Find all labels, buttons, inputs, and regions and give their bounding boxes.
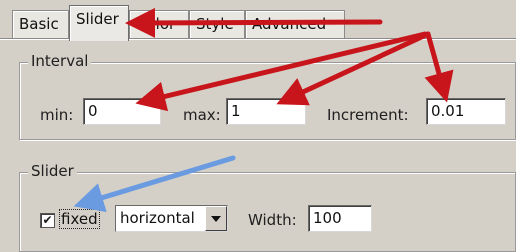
tab-advanced[interactable]: Advanced: [245, 10, 345, 40]
fixed-checkbox[interactable]: ✔: [40, 213, 55, 228]
orientation-select[interactable]: horizontal: [115, 205, 228, 232]
dropdown-button[interactable]: [205, 206, 227, 231]
increment-input[interactable]: 0.01: [426, 98, 506, 125]
width-label: Width:: [248, 211, 297, 229]
orientation-value: horizontal: [120, 209, 195, 227]
min-label: min:: [40, 106, 74, 124]
tab-basic[interactable]: Basic: [12, 10, 69, 40]
chevron-down-icon: [211, 215, 221, 222]
tab-strip: Basic Slider Color Style Advanced: [0, 0, 516, 41]
fixed-label[interactable]: fixed: [59, 209, 100, 229]
tab-panel-slider: Interval min: 0 max: 1 Increment: 0.01 S…: [0, 40, 516, 252]
tab-color[interactable]: Color: [129, 10, 189, 40]
min-input[interactable]: 0: [83, 98, 161, 125]
checkmark-icon: ✔: [42, 213, 53, 227]
interval-group-title: Interval: [28, 52, 92, 70]
max-input[interactable]: 1: [226, 98, 306, 125]
tab-slider[interactable]: Slider: [69, 5, 129, 41]
tab-style[interactable]: Style: [189, 10, 245, 40]
width-input[interactable]: 100: [308, 205, 372, 232]
increment-label: Increment:: [327, 106, 409, 124]
max-label: max:: [183, 106, 221, 124]
slider-group-title: Slider: [28, 162, 77, 180]
